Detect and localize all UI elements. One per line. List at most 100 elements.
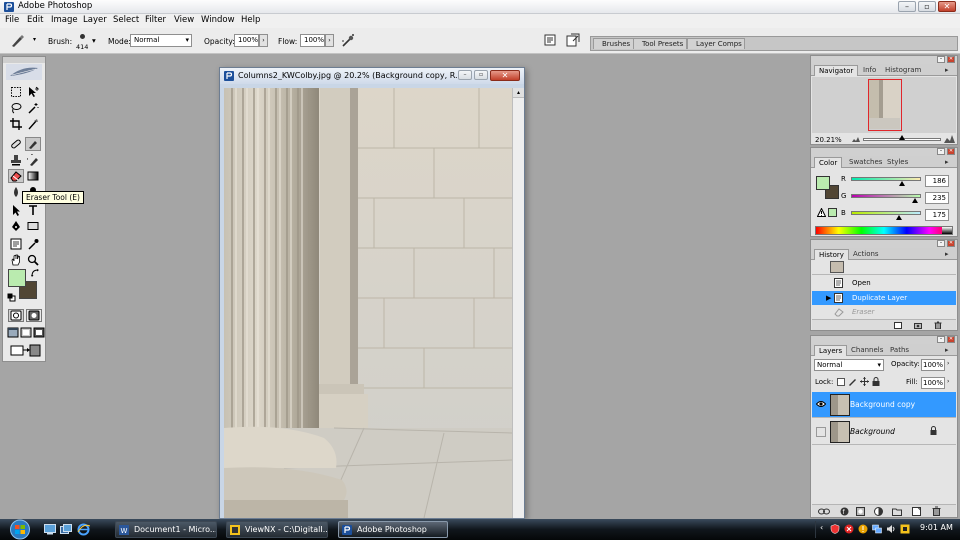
history-menu-icon[interactable]: ▸ bbox=[945, 249, 949, 260]
history-panel-grip[interactable]: – ✕ bbox=[811, 240, 957, 248]
new-document-from-state-icon[interactable] bbox=[894, 322, 902, 329]
clone-stamp-tool[interactable] bbox=[8, 153, 24, 167]
layer-opacity-input[interactable]: 100% bbox=[921, 359, 945, 371]
updates-icon[interactable] bbox=[858, 524, 868, 534]
layers-panel-grip[interactable]: – ✕ bbox=[811, 336, 957, 344]
new-layer-icon[interactable] bbox=[912, 507, 921, 516]
tab-history[interactable]: History bbox=[814, 249, 849, 260]
delete-layer-trash-icon[interactable] bbox=[932, 506, 941, 516]
lasso-tool[interactable] bbox=[8, 101, 24, 115]
menu-filter[interactable]: Filter bbox=[145, 15, 166, 25]
tab-paths[interactable]: Paths bbox=[886, 345, 913, 356]
channel-g-slider-thumb[interactable] bbox=[912, 198, 919, 203]
mode-select[interactable]: Normal ▾ bbox=[130, 34, 192, 47]
scroll-up-arrow-icon[interactable]: ▴ bbox=[513, 88, 524, 98]
layer-opacity-arrow[interactable]: › bbox=[947, 360, 949, 367]
foreground-color-swatch-front[interactable] bbox=[8, 269, 26, 287]
channel-r-slider[interactable] bbox=[851, 177, 921, 181]
zoom-in-icon[interactable] bbox=[944, 134, 955, 144]
channel-b-slider-thumb[interactable] bbox=[896, 215, 903, 220]
blend-mode-select[interactable]: Normal ▾ bbox=[814, 359, 884, 371]
layer-row-background-copy[interactable]: Background copy bbox=[812, 392, 956, 418]
navigator-panel-grip[interactable]: – ✕ bbox=[811, 56, 957, 64]
color-ramp-bw[interactable] bbox=[942, 227, 952, 234]
type-tool[interactable] bbox=[25, 203, 41, 217]
opacity-slider-arrow[interactable]: › bbox=[259, 34, 268, 47]
navigator-close-button[interactable]: ✕ bbox=[947, 56, 955, 63]
zoom-out-icon[interactable] bbox=[851, 135, 861, 144]
eraser-tool[interactable] bbox=[8, 169, 24, 183]
layer-group-icon[interactable] bbox=[892, 507, 902, 516]
color-panel-foreground-swatch[interactable] bbox=[816, 176, 830, 190]
adjustment-layer-icon[interactable] bbox=[874, 507, 883, 516]
channel-r-input[interactable]: 186 bbox=[925, 175, 949, 187]
layer-row-background[interactable]: Background bbox=[812, 419, 956, 445]
doc-minimize-button[interactable]: – bbox=[458, 70, 472, 80]
healing-brush-tool[interactable] bbox=[8, 137, 24, 151]
zoom-tool[interactable] bbox=[25, 253, 41, 267]
slice-tool[interactable] bbox=[25, 117, 41, 131]
menu-select[interactable]: Select bbox=[113, 15, 139, 25]
marquee-tool[interactable] bbox=[8, 85, 24, 99]
volume-icon[interactable] bbox=[886, 524, 896, 534]
vertical-scrollbar[interactable]: ▴ bbox=[512, 88, 524, 518]
layers-menu-icon[interactable]: ▸ bbox=[945, 345, 949, 356]
notes-tool[interactable] bbox=[8, 237, 24, 251]
tab-navigator[interactable]: Navigator bbox=[814, 65, 859, 76]
alert-icon[interactable] bbox=[844, 524, 854, 534]
color-panel-grip[interactable]: – ✕ bbox=[811, 148, 957, 156]
swap-colors-icon[interactable] bbox=[31, 269, 40, 278]
tab-layers[interactable]: Layers bbox=[814, 345, 848, 356]
menu-file[interactable]: File bbox=[5, 15, 19, 25]
brush-preset-dropdown-icon[interactable]: ▾ bbox=[30, 34, 39, 47]
gamut-color-swatch[interactable] bbox=[828, 208, 837, 217]
fill-arrow[interactable]: › bbox=[947, 378, 949, 385]
screen-mode-full-button[interactable] bbox=[33, 327, 45, 338]
hand-tool[interactable] bbox=[8, 253, 24, 267]
brush-preset-icon[interactable] bbox=[10, 34, 26, 48]
channel-b-input[interactable]: 175 bbox=[925, 209, 949, 221]
color-minimize-button[interactable]: – bbox=[937, 148, 945, 155]
layer-style-icon[interactable]: f bbox=[840, 507, 849, 516]
navigator-zoom-value[interactable]: 20.21% bbox=[815, 136, 842, 144]
menu-image[interactable]: Image bbox=[51, 15, 78, 25]
well-tab-brushes[interactable]: Brushes bbox=[593, 38, 635, 49]
shape-tool[interactable] bbox=[25, 219, 41, 233]
color-close-button[interactable]: ✕ bbox=[947, 148, 955, 155]
navigator-zoom-slider-thumb[interactable] bbox=[899, 135, 905, 140]
brush-picker[interactable]: 414 bbox=[76, 32, 90, 52]
layers-close-button[interactable]: ✕ bbox=[947, 336, 955, 343]
lock-image-icon[interactable] bbox=[848, 377, 857, 386]
taskbar-button-word[interactable]: W Document1 - Micro... bbox=[115, 521, 217, 538]
default-colors-icon[interactable] bbox=[7, 293, 16, 302]
lock-transparency-button[interactable] bbox=[837, 378, 845, 386]
menu-view[interactable]: View bbox=[174, 15, 194, 25]
channel-g-input[interactable]: 235 bbox=[925, 192, 949, 204]
history-close-button[interactable]: ✕ bbox=[947, 240, 955, 247]
tab-channels[interactable]: Channels bbox=[847, 345, 887, 356]
layers-minimize-button[interactable]: – bbox=[937, 336, 945, 343]
eye-visibility-icon[interactable] bbox=[816, 400, 826, 408]
gradient-tool[interactable] bbox=[25, 169, 41, 183]
menu-edit[interactable]: Edit bbox=[27, 15, 43, 25]
gamut-warning-icon[interactable] bbox=[817, 208, 826, 217]
close-button[interactable]: ✕ bbox=[938, 1, 956, 12]
screen-mode-standard-button[interactable] bbox=[7, 327, 19, 338]
start-button[interactable] bbox=[4, 519, 36, 540]
switch-windows-icon[interactable] bbox=[60, 524, 72, 535]
channel-b-slider[interactable] bbox=[851, 211, 921, 215]
navigator-minimize-button[interactable]: – bbox=[937, 56, 945, 63]
history-step-undone[interactable]: Eraser bbox=[812, 305, 956, 319]
navigator-menu-icon[interactable]: ▸ bbox=[945, 65, 949, 76]
doc-maximize-button[interactable]: ▫ bbox=[474, 70, 488, 80]
opacity-input[interactable]: 100% bbox=[234, 34, 259, 47]
tab-actions[interactable]: Actions bbox=[849, 249, 883, 260]
layer-visibility-toggle[interactable] bbox=[816, 427, 826, 437]
history-minimize-button[interactable]: – bbox=[937, 240, 945, 247]
tab-color[interactable]: Color bbox=[814, 157, 843, 168]
eyedropper-tool[interactable] bbox=[25, 237, 41, 251]
flow-input[interactable]: 100% bbox=[300, 34, 325, 47]
tab-styles[interactable]: Styles bbox=[883, 157, 912, 168]
fill-input[interactable]: 100% bbox=[921, 377, 945, 389]
trash-icon[interactable] bbox=[934, 321, 942, 329]
